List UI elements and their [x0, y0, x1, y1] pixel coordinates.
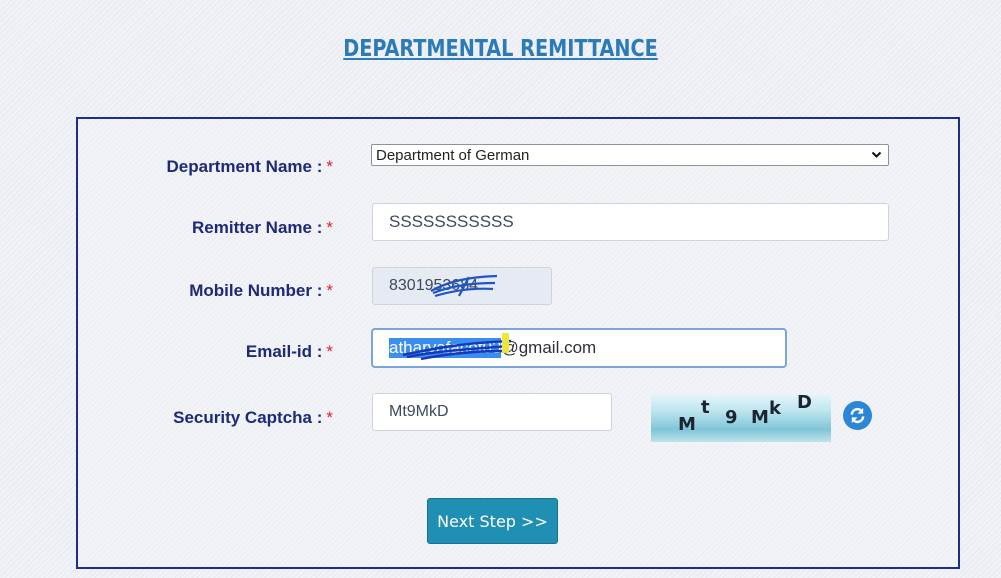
remitter-name-input[interactable]: SSSSSSSSSSS [372, 203, 889, 241]
email-label: Email-id : * [245, 342, 333, 361]
required-star: * [326, 218, 333, 237]
next-step-button[interactable]: Next Step >> [427, 498, 558, 544]
refresh-icon[interactable] [843, 401, 872, 430]
remitter-name-label: Remitter Name : * [192, 218, 333, 237]
required-star: * [326, 342, 333, 361]
email-input[interactable]: atharvafacet03 @gmail.com [371, 328, 787, 368]
chevron-down-icon [871, 147, 882, 166]
required-star: * [326, 281, 333, 300]
captcha-label: Security Captcha : * [173, 408, 333, 427]
required-star: * [326, 408, 333, 427]
page-title: DEPARTMENTAL REMITTANCE [343, 36, 658, 62]
mobile-number-label: Mobile Number : * [189, 281, 333, 300]
department-select[interactable]: Department of German [371, 144, 889, 166]
selected-text: atharvafacet03 [389, 338, 502, 358]
mobile-number-input[interactable]: 8301953684 [372, 267, 552, 305]
captcha-image: M t 9 M k D [651, 392, 831, 442]
department-select-value: Department of German [376, 146, 530, 164]
required-star: * [326, 157, 333, 176]
department-label: Department Name : * [166, 157, 334, 176]
captcha-input[interactable]: Mt9MkD [372, 393, 612, 431]
